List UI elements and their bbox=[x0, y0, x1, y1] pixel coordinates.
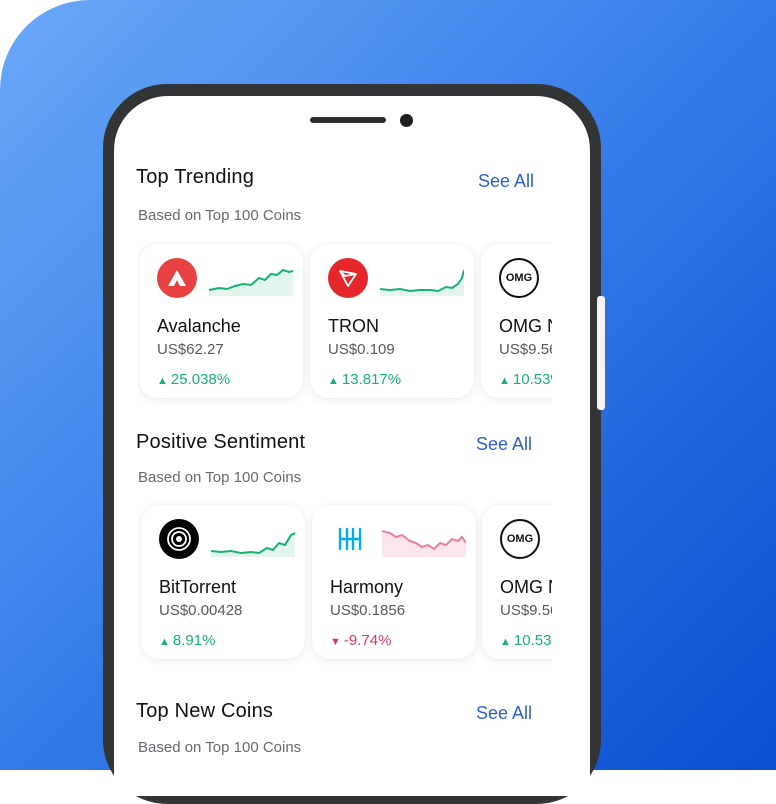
coin-name: Harmony bbox=[330, 577, 404, 597]
coin-card-omg[interactable]: OMG OMG Network US$9.56 ▲10.53% bbox=[482, 505, 552, 659]
omg-logo-icon: OMG bbox=[500, 519, 540, 559]
coin-name: OMG Network bbox=[500, 577, 552, 597]
coin-price: US$9.56 bbox=[499, 341, 552, 358]
phone-screen: Top Trending See All Based on Top 100 Co… bbox=[114, 96, 590, 796]
coin-card-tron[interactable]: TRON US$0.109 ▲ 13.817% bbox=[310, 244, 474, 398]
sparkline-chart bbox=[209, 268, 293, 296]
bittorrent-logo-icon bbox=[159, 519, 199, 559]
section-subtitle: Based on Top 100 Coins bbox=[138, 739, 302, 756]
section-subtitle: Based on Top 100 Coins bbox=[138, 469, 302, 486]
arrow-up-icon: ▲ bbox=[499, 375, 510, 387]
coin-price: US$0.00428 bbox=[159, 602, 243, 619]
coin-price: US$0.1856 bbox=[330, 602, 406, 619]
coin-change: ▲ 13.817% bbox=[328, 371, 402, 388]
coin-change: ▼ -9.74% bbox=[330, 632, 392, 649]
section-title-positive-sentiment: Positive Sentiment bbox=[136, 431, 306, 453]
phone-speaker bbox=[310, 117, 386, 123]
coin-price: US$9.56 bbox=[500, 602, 552, 619]
coin-change: ▲ 8.91% bbox=[159, 632, 216, 649]
coin-price: US$62.27 bbox=[157, 341, 224, 358]
arrow-up-icon: ▲ bbox=[500, 636, 511, 648]
sparkline-chart bbox=[380, 269, 464, 296]
coin-card-harmony[interactable]: Harmony US$0.1856 ▼ -9.74% bbox=[312, 505, 476, 659]
positive-sentiment-carousel[interactable]: BitTorrent US$0.00428 ▲ 8.91% Harmony US$… bbox=[138, 501, 552, 665]
sparkline-chart bbox=[211, 532, 295, 557]
section-title-top-trending: Top Trending bbox=[136, 166, 255, 188]
coin-name: OMG Network bbox=[499, 316, 552, 336]
coin-change: ▲10.53% bbox=[499, 371, 552, 388]
coin-change: ▲ 25.038% bbox=[157, 371, 231, 388]
coin-card-bittorrent[interactable]: BitTorrent US$0.00428 ▲ 8.91% bbox=[141, 505, 305, 659]
tron-logo-icon bbox=[328, 258, 368, 298]
coin-change: ▲10.53% bbox=[500, 632, 552, 649]
coin-card-omg[interactable]: OMG OMG Network US$9.56 ▲10.53% bbox=[481, 244, 552, 398]
arrow-up-icon: ▲ bbox=[159, 636, 170, 648]
sparkline-chart bbox=[382, 530, 466, 557]
coin-price: US$0.109 bbox=[328, 341, 395, 358]
section-subtitle: Based on Top 100 Coins bbox=[138, 207, 302, 224]
arrow-up-icon: ▲ bbox=[328, 375, 339, 387]
phone-camera bbox=[400, 114, 413, 127]
see-all-top-new-coins-link[interactable]: See All bbox=[476, 703, 532, 724]
see-all-top-trending-link[interactable]: See All bbox=[478, 171, 534, 192]
coin-name: Avalanche bbox=[157, 316, 241, 336]
arrow-up-icon: ▲ bbox=[157, 375, 168, 387]
coin-name: TRON bbox=[328, 316, 379, 336]
see-all-positive-sentiment-link[interactable]: See All bbox=[476, 434, 532, 455]
omg-logo-icon: OMG bbox=[499, 258, 539, 298]
arrow-down-icon: ▼ bbox=[330, 636, 341, 648]
top-trending-carousel[interactable]: Avalanche US$62.27 ▲ 25.038% TRON US$0.10… bbox=[138, 240, 552, 404]
section-title-top-new-coins: Top New Coins bbox=[136, 700, 274, 722]
avalanche-logo-icon bbox=[157, 258, 197, 298]
phone-side-button bbox=[597, 296, 605, 410]
coin-name: BitTorrent bbox=[159, 577, 237, 597]
coin-card-avalanche[interactable]: Avalanche US$62.27 ▲ 25.038% bbox=[139, 244, 303, 398]
harmony-logo-icon bbox=[330, 519, 370, 559]
